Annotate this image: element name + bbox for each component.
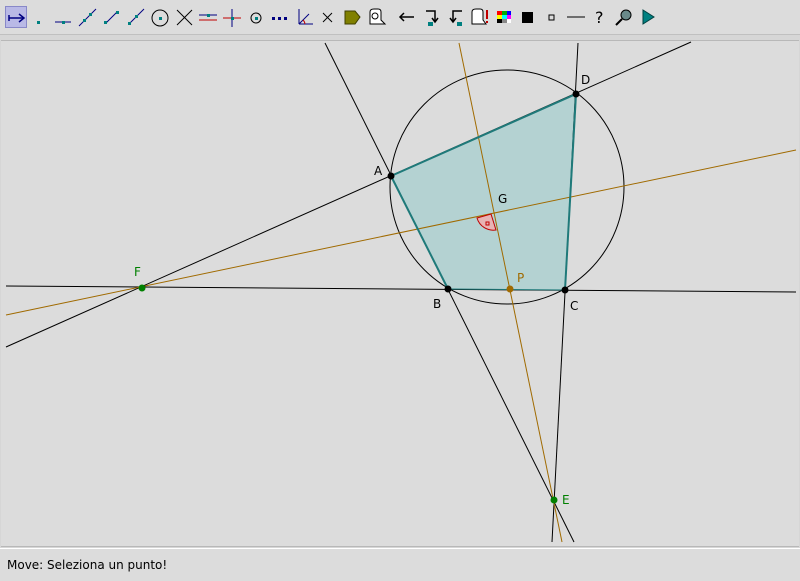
intersection-tool-button[interactable] bbox=[173, 6, 195, 28]
toolbar: ? bbox=[0, 0, 800, 35]
step-back-icon bbox=[449, 10, 462, 26]
small-point-tool-button[interactable] bbox=[541, 6, 563, 28]
circle-icon bbox=[151, 9, 169, 27]
black-square-icon bbox=[522, 12, 533, 23]
point-c[interactable] bbox=[561, 286, 569, 294]
midpoint-tool-button[interactable] bbox=[245, 6, 267, 28]
line-bc-f[interactable] bbox=[5, 285, 797, 293]
question-mark-icon: ? bbox=[595, 8, 604, 27]
small-square-icon bbox=[548, 14, 555, 21]
parallel-icon bbox=[199, 14, 217, 21]
help-tool-button[interactable]: ? bbox=[589, 6, 611, 28]
back-tool-button[interactable] bbox=[396, 6, 418, 28]
fill-black-tool-button[interactable] bbox=[517, 6, 539, 28]
point-b[interactable] bbox=[444, 285, 452, 293]
svg-text:?: ? bbox=[595, 8, 604, 27]
polygon-fill-icon bbox=[344, 10, 361, 25]
zoom-tool-button[interactable] bbox=[613, 6, 635, 28]
perpendicular-icon bbox=[223, 9, 241, 27]
point-e[interactable] bbox=[550, 496, 558, 504]
point-on-line-tool-button[interactable] bbox=[52, 6, 74, 28]
segment-tool-button[interactable] bbox=[100, 6, 122, 28]
warning-icon bbox=[471, 8, 488, 25]
step-forward-tool-button[interactable] bbox=[421, 6, 443, 28]
status-message: Move: Seleziona un punto! bbox=[7, 558, 168, 572]
delete-x-icon bbox=[322, 12, 333, 23]
geometry-figure: A B C D E F G P bbox=[5, 41, 797, 543]
back-arrow-icon bbox=[398, 12, 414, 22]
point-on-line-icon bbox=[55, 21, 71, 24]
label-b: B bbox=[433, 297, 441, 311]
magnifier-icon bbox=[615, 9, 632, 26]
step-forward-icon bbox=[426, 10, 439, 26]
line-style-tool-button[interactable] bbox=[565, 6, 587, 28]
step-back-tool-button[interactable] bbox=[445, 6, 467, 28]
ray-icon bbox=[128, 8, 145, 25]
color-tool-button[interactable] bbox=[493, 6, 515, 28]
point-d[interactable] bbox=[572, 90, 580, 98]
label-f: F bbox=[134, 265, 141, 279]
label-p: P bbox=[517, 271, 524, 285]
warning-tool-button[interactable] bbox=[469, 6, 491, 28]
angle-tool-button[interactable] bbox=[293, 6, 315, 28]
line-tool-button[interactable] bbox=[76, 6, 98, 28]
midpoint-icon bbox=[250, 12, 262, 24]
point-icon bbox=[37, 21, 40, 24]
line-af-d[interactable] bbox=[5, 41, 692, 348]
label-c: C bbox=[570, 299, 578, 313]
polygon-fill-tool-button[interactable] bbox=[341, 6, 363, 28]
play-icon bbox=[642, 9, 655, 25]
line-style-icon bbox=[567, 16, 585, 18]
point-tool-button[interactable] bbox=[28, 6, 50, 28]
label-e: E bbox=[562, 493, 570, 507]
point-a[interactable] bbox=[387, 172, 395, 180]
geometry-app-window: ? A B C D E F G P Move: Seleziona un pun… bbox=[0, 0, 800, 581]
line-icon bbox=[78, 8, 97, 27]
dotted-line-tool-button[interactable] bbox=[269, 6, 291, 28]
label-g: G bbox=[498, 192, 507, 206]
perpendicular-tool-button[interactable] bbox=[221, 6, 243, 28]
move-arrow-icon bbox=[8, 13, 26, 23]
label-d: D bbox=[581, 73, 590, 87]
macro-icon bbox=[369, 8, 387, 25]
ray-tool-button[interactable] bbox=[124, 6, 146, 28]
point-f[interactable] bbox=[138, 284, 146, 292]
macro-tool-button[interactable] bbox=[365, 6, 387, 28]
quadrilateral-abcd[interactable] bbox=[391, 94, 576, 290]
play-tool-button[interactable] bbox=[637, 6, 659, 28]
parallel-tool-button[interactable] bbox=[197, 6, 219, 28]
drawing-canvas[interactable]: A B C D E F G P bbox=[1, 40, 799, 547]
intersection-icon bbox=[176, 9, 193, 26]
status-bar: Move: Seleziona un punto! bbox=[0, 548, 800, 581]
delete-tool-button[interactable] bbox=[317, 6, 339, 28]
color-grid-icon bbox=[497, 11, 511, 23]
dotted-line-icon bbox=[272, 17, 287, 20]
angle-icon bbox=[298, 9, 313, 25]
circle-tool-button[interactable] bbox=[149, 6, 171, 28]
segment-icon bbox=[104, 11, 119, 24]
point-p[interactable] bbox=[506, 285, 514, 293]
label-a: A bbox=[374, 164, 383, 178]
move-tool-button[interactable] bbox=[5, 6, 27, 28]
